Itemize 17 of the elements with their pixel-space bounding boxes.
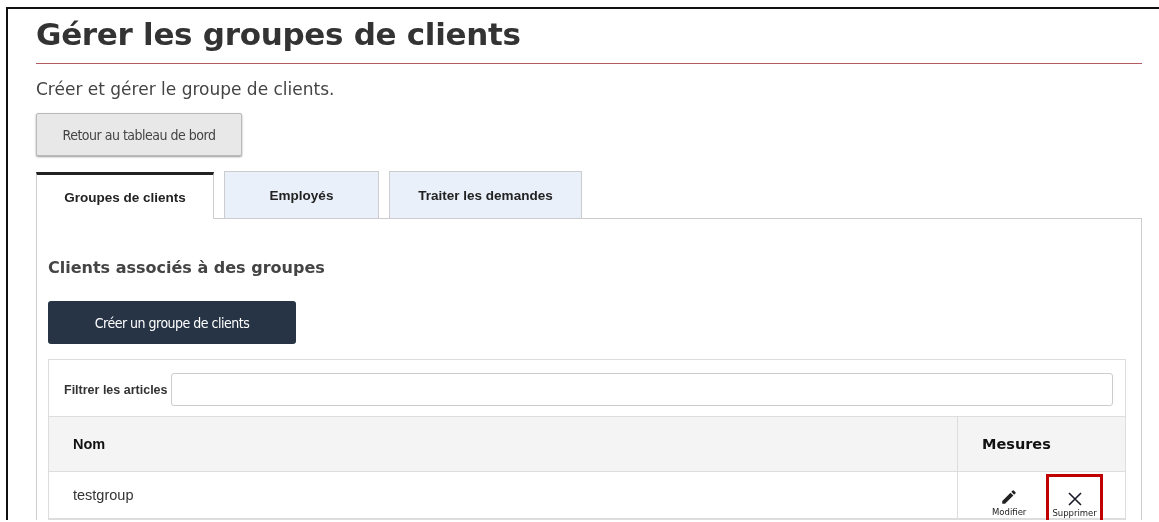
tab[interactable]: Groupes de clients — [36, 172, 214, 219]
tab[interactable]: Employés — [224, 171, 379, 218]
filter-field[interactable] — [170, 373, 1113, 406]
pencil-icon — [1000, 488, 1019, 506]
create-button[interactable]: Créer un groupe de clients — [48, 301, 296, 344]
edit-button[interactable]: Modifier — [986, 474, 1033, 520]
column-header: Nom — [49, 417, 957, 472]
delete-button[interactable]: Supprimer — [1046, 474, 1103, 520]
filter-label: Filtrer les articles — [64, 382, 168, 397]
table-cell: testgroup — [49, 472, 957, 519]
page-subtitle: Créer et gérer le groupe de clients. — [36, 78, 336, 100]
section-title: Clients associés à des groupes — [48, 257, 326, 279]
tab[interactable]: Traiter les demandes — [389, 171, 582, 218]
column-header: Mesures — [957, 417, 1125, 472]
page-title: Gérer les groupes de clients — [36, 15, 522, 54]
back-button[interactable]: Retour au tableau de bord — [36, 113, 242, 156]
close-icon — [1066, 491, 1083, 507]
